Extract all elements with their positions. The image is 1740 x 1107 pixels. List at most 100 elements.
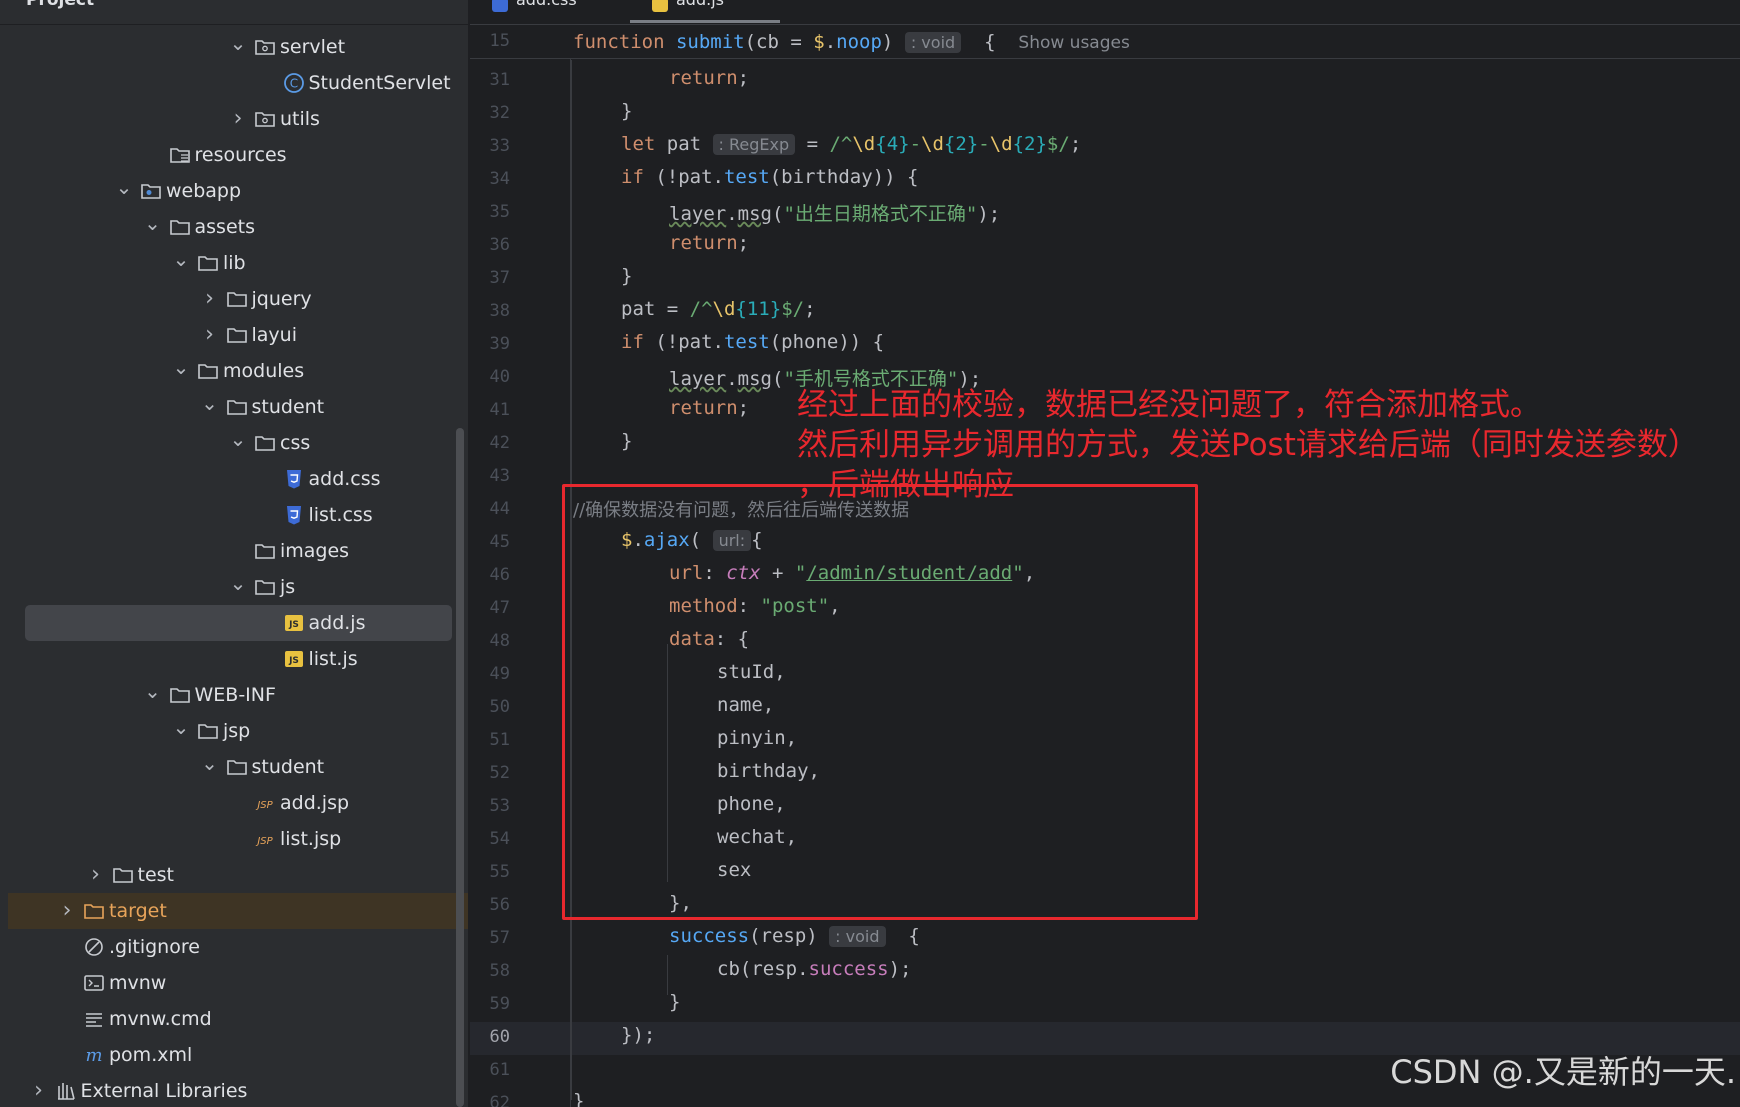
tree-item-target[interactable]: › target — [8, 893, 468, 929]
code-line-41: return; — [669, 397, 750, 419]
tree-item-list-jsp[interactable]: JSP list.jsp — [8, 821, 454, 857]
tree-item-label: student — [251, 396, 325, 418]
tree-item-jquery[interactable]: › jquery — [8, 281, 454, 317]
chevron-right-icon[interactable]: › — [29, 1073, 49, 1107]
tree-item-label: add.js — [308, 612, 366, 634]
chevron-right-icon[interactable]: › — [86, 857, 106, 893]
line-number: 60 — [489, 1027, 510, 1047]
tree-item-label: student — [251, 756, 325, 778]
line-number: 59 — [489, 994, 510, 1014]
active-tab-indicator — [630, 20, 780, 23]
tree-item-lib[interactable]: ⌄ lib — [8, 245, 454, 281]
tree-item-label: jquery — [251, 288, 312, 310]
tree-item-label: pom.xml — [109, 1044, 193, 1066]
folder-icon — [254, 540, 276, 562]
line-number: 47 — [489, 598, 510, 618]
code-line-32: } — [621, 100, 633, 122]
show-usages-link[interactable]: Show usages — [1018, 33, 1129, 53]
chevron-right-icon[interactable]: › — [228, 101, 248, 137]
tree-item-external-libraries[interactable]: › External Libraries — [8, 1073, 454, 1107]
folder-icon — [169, 216, 191, 238]
line-number: 31 — [489, 70, 510, 90]
folder-icon — [226, 396, 248, 418]
chevron-down-icon[interactable]: ⌄ — [228, 425, 248, 461]
tree-item-js[interactable]: ⌄ js — [8, 569, 454, 605]
tree-scrollbar[interactable] — [456, 428, 464, 1107]
line-number: 48 — [489, 631, 510, 651]
tree-item-list-css[interactable]: list.css — [8, 497, 454, 533]
code-line-59: } — [669, 991, 681, 1013]
tree-item-css[interactable]: ⌄ css — [8, 425, 454, 461]
chevron-right-icon[interactable]: › — [57, 893, 77, 929]
line-number: 57 — [489, 928, 510, 948]
folder-icon — [197, 252, 219, 274]
code-line-34: if (!pat.test(birthday)) { — [621, 166, 919, 188]
tree-item-gitignore[interactable]: .gitignore — [8, 929, 454, 965]
chevron-down-icon[interactable]: ⌄ — [143, 209, 163, 245]
folder-icon — [226, 756, 248, 778]
tree-item-pom-xml[interactable]: m pom.xml — [8, 1037, 454, 1073]
chevron-down-icon[interactable]: ⌄ — [143, 677, 163, 713]
chevron-down-icon[interactable]: ⌄ — [171, 353, 191, 389]
tree-item-add-css[interactable]: add.css — [8, 461, 454, 497]
svg-text:C: C — [289, 77, 297, 91]
tree-item-label: list.js — [308, 648, 358, 670]
tree-item-web-inf[interactable]: ⌄ WEB-INF — [8, 677, 454, 713]
tree-item-layui[interactable]: › layui — [8, 317, 454, 353]
tree-item-mvnw-cmd[interactable]: mvnw.cmd — [8, 1001, 454, 1037]
tree-item-student[interactable]: ⌄ student — [8, 389, 454, 425]
type-hint: : void — [904, 32, 962, 53]
tree-item-webapp[interactable]: ⌄ webapp — [8, 173, 454, 209]
tree-item-label: WEB-INF — [194, 684, 276, 706]
line-number: 34 — [489, 169, 510, 189]
tree-item-jsp[interactable]: ⌄ jsp — [8, 713, 454, 749]
tree-item-list-js[interactable]: JS list.js — [8, 641, 454, 677]
folder-icon — [226, 324, 248, 346]
line-number: 53 — [489, 796, 510, 816]
sticky-code: function submit(cb = $.noop) : void { Sh… — [573, 31, 1130, 53]
tree-item-assets[interactable]: ⌄ assets — [8, 209, 454, 245]
panel-title: Project — [26, 0, 95, 10]
line-number: 49 — [489, 664, 510, 684]
project-panel: Project ⌄ servlet C StudentServlet › utils res… — [0, 0, 468, 1107]
gitignore-icon — [83, 936, 105, 958]
tree-item-label: StudentServlet — [308, 72, 451, 94]
css-file-icon — [283, 504, 305, 526]
chevron-right-icon[interactable]: › — [200, 281, 220, 317]
tree-item-label: add.css — [308, 468, 381, 490]
tree-item-utils[interactable]: › utils — [8, 101, 454, 137]
tree-item-add-js[interactable]: JS add.js — [25, 605, 452, 641]
excluded-folder-icon — [83, 900, 105, 922]
line-number: 41 — [489, 400, 510, 420]
code-line-62: } — [573, 1090, 585, 1107]
tree-item-modules[interactable]: ⌄ modules — [8, 353, 454, 389]
tree-item-studentservlet[interactable]: C StudentServlet — [8, 65, 454, 101]
chevron-down-icon[interactable]: ⌄ — [228, 569, 248, 605]
tree-item-images[interactable]: images — [8, 533, 454, 569]
chevron-down-icon[interactable]: ⌄ — [200, 749, 220, 785]
chevron-down-icon[interactable]: ⌄ — [200, 389, 220, 425]
tree-item-test[interactable]: › test — [8, 857, 454, 893]
tree-item-label: mvnw — [109, 972, 167, 994]
tree-item-add-jsp[interactable]: JSP add.jsp — [8, 785, 454, 821]
tree-item-label: resources — [194, 144, 287, 166]
tree-item-label: jsp — [223, 720, 251, 742]
chevron-right-icon[interactable]: › — [200, 317, 220, 353]
tree-item-label: mvnw.cmd — [109, 1008, 212, 1030]
chevron-down-icon[interactable]: ⌄ — [171, 245, 191, 281]
tree-item-servlet[interactable]: ⌄ servlet — [8, 29, 454, 65]
tree-item-student[interactable]: ⌄ student — [8, 749, 454, 785]
tree-item-resources[interactable]: resources — [8, 137, 454, 173]
maven-icon: m — [83, 1044, 105, 1066]
code-line-37: } — [621, 265, 633, 287]
line-number: 38 — [489, 301, 510, 321]
chevron-down-icon[interactable]: ⌄ — [114, 173, 134, 209]
tree-item-label: list.css — [308, 504, 373, 526]
text-file-icon — [83, 1008, 105, 1030]
chevron-down-icon[interactable]: ⌄ — [228, 29, 248, 65]
sticky-function-header[interactable]: 15 function submit(cb = $.noop) : void {… — [470, 25, 1740, 59]
tree-item-mvnw[interactable]: mvnw — [8, 965, 454, 1001]
chevron-down-icon[interactable]: ⌄ — [171, 713, 191, 749]
folder-icon — [197, 720, 219, 742]
folder-icon — [226, 288, 248, 310]
